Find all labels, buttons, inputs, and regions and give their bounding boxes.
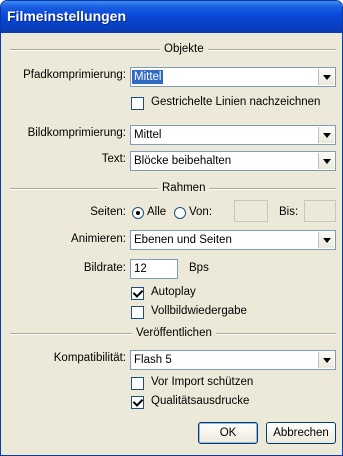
ok-button[interactable]: OK xyxy=(198,422,258,444)
dashed-lines-checkbox[interactable] xyxy=(131,97,144,110)
section-objects-label: Objekte xyxy=(160,43,208,55)
compatibility-select[interactable]: Flash 5 xyxy=(130,350,336,370)
dialog-window: Filmeinstellungen Objekte Pfadkomprimier… xyxy=(0,0,343,456)
section-objects: Objekte xyxy=(10,43,336,55)
section-publish-label: Veröffentlichen xyxy=(132,327,216,339)
image-compression-select[interactable]: Mittel xyxy=(130,125,336,145)
pages-to-input[interactable] xyxy=(304,200,336,222)
section-frames-label: Rahmen xyxy=(158,182,210,194)
chevron-down-icon[interactable] xyxy=(318,127,334,143)
text-label: Text: xyxy=(101,153,126,165)
framerate-unit: Bps xyxy=(189,262,209,274)
fullscreen-checkbox[interactable] xyxy=(131,306,144,319)
cancel-button[interactable]: Abbrechen xyxy=(266,422,336,444)
path-compression-label: Pfadkomprimierung: xyxy=(23,69,126,81)
image-compression-label: Bildkomprimierung: xyxy=(27,127,126,139)
dialog-body: Objekte Pfadkomprimierung: Mittel Gestri… xyxy=(4,33,339,452)
pages-label: Seiten: xyxy=(90,206,126,218)
chevron-down-icon[interactable] xyxy=(318,69,334,85)
chevron-down-icon[interactable] xyxy=(318,153,334,169)
protect-import-checkbox[interactable] xyxy=(131,377,144,390)
framerate-label: Bildrate: xyxy=(83,262,126,274)
image-compression-value: Mittel xyxy=(134,129,162,141)
autoplay-checkbox[interactable] xyxy=(131,287,144,300)
window-title: Filmeinstellungen xyxy=(7,8,127,24)
autoplay-label: Autoplay xyxy=(151,286,196,298)
quality-print-checkbox[interactable] xyxy=(131,396,144,409)
pages-all-label: Alle xyxy=(147,206,167,218)
animate-label: Animieren: xyxy=(71,233,126,245)
text-value: Blöcke beibehalten xyxy=(134,155,232,167)
animate-select[interactable]: Ebenen und Seiten xyxy=(130,230,336,250)
pages-from-radio[interactable] xyxy=(174,207,186,219)
pages-from-input[interactable] xyxy=(234,200,268,222)
title-bar[interactable]: Filmeinstellungen xyxy=(1,1,342,33)
pages-to-label: Bis: xyxy=(279,206,299,218)
chevron-down-icon[interactable] xyxy=(318,232,334,248)
chevron-down-icon[interactable] xyxy=(318,352,334,368)
framerate-value: 12 xyxy=(134,263,147,275)
compatibility-label: Kompatibilität: xyxy=(53,352,126,364)
section-frames: Rahmen xyxy=(10,182,336,194)
quality-print-label: Qualitätsausdrucke xyxy=(151,395,250,407)
compatibility-value: Flash 5 xyxy=(134,354,172,366)
path-compression-value: Mittel xyxy=(132,70,164,84)
path-compression-select[interactable]: Mittel xyxy=(130,67,336,87)
protect-import-label: Vor Import schützen xyxy=(151,376,254,388)
text-select[interactable]: Blöcke beibehalten xyxy=(130,151,336,171)
section-publish: Veröffentlichen xyxy=(10,327,336,339)
pages-from-label: Von: xyxy=(189,206,213,218)
pages-all-radio[interactable] xyxy=(132,207,144,219)
framerate-input[interactable]: 12 xyxy=(130,259,178,279)
dashed-lines-label: Gestrichelte Linien nachzeichnen xyxy=(151,96,321,108)
fullscreen-label: Vollbildwiedergabe xyxy=(151,305,247,317)
animate-value: Ebenen und Seiten xyxy=(134,234,232,246)
